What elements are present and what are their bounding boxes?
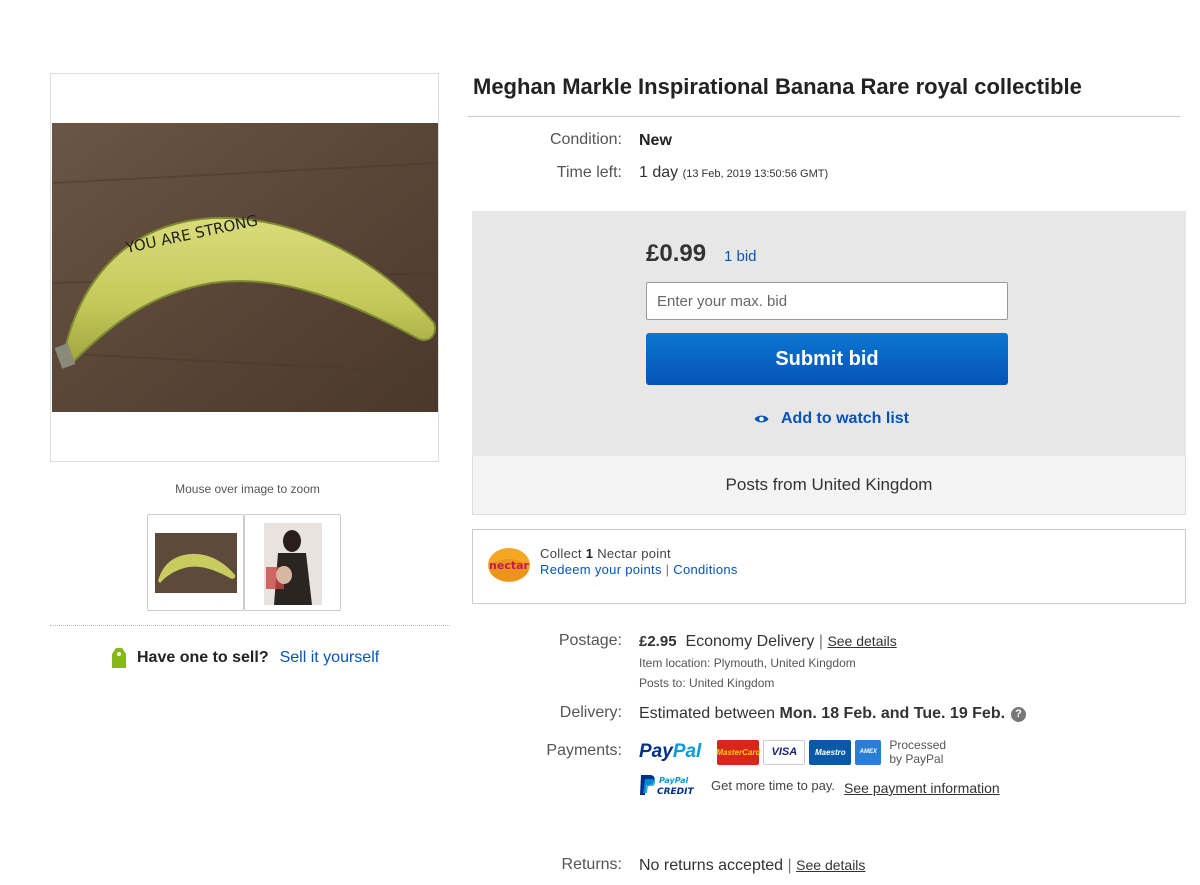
postage-value: £2.95 Economy Delivery | See details <box>639 633 897 651</box>
main-image-frame[interactable]: YOU ARE STRONG <box>50 73 439 462</box>
svg-text:nectar: nectar <box>489 559 529 572</box>
redeem-points-link[interactable]: Redeem your points <box>540 562 662 577</box>
add-to-watch-list-button[interactable]: Add to watch list <box>754 410 909 428</box>
visa-icon: VISA <box>763 739 806 765</box>
sell-it-yourself-link[interactable]: Sell it yourself <box>280 649 380 667</box>
time-left-value: 1 day (13 Feb, 2019 13:50:56 GMT) <box>639 164 828 182</box>
bid-panel: £0.99 1 bid Submit bid Add to watch list <box>472 211 1186 456</box>
price-tag-icon <box>112 648 126 668</box>
zoom-hint: Mouse over image to zoom <box>175 482 320 496</box>
help-icon[interactable]: ? <box>1011 706 1027 722</box>
paypal-credit-logo: PayPal CREDIT <box>640 775 695 797</box>
nectar-text: Collect 1 Nectar point Redeem your point… <box>540 546 738 578</box>
nectar-collect-prefix: Collect <box>540 546 582 561</box>
maestro-icon: Maestro <box>809 739 852 765</box>
see-payment-information-link[interactable]: See payment information <box>844 780 1000 796</box>
nectar-points: 1 <box>585 546 594 561</box>
watch-list-label: Add to watch list <box>781 410 909 427</box>
processed-by-paypal: Processed by PayPal <box>889 738 947 766</box>
mastercard-icon: MasterCard <box>716 739 760 765</box>
nectar-conditions-link[interactable]: Conditions <box>673 562 737 577</box>
paypal-credit-row: PayPal CREDIT Get more time to pay. See … <box>639 773 1000 797</box>
nectar-separator: | <box>665 562 670 577</box>
divider <box>50 625 450 626</box>
thumbnail-2[interactable] <box>244 514 341 611</box>
item-location: Item location: Plymouth, United Kingdom <box>639 656 856 670</box>
delivery-dates: Mon. 18 Feb. and Tue. 19 Feb. <box>779 705 1006 722</box>
title-divider <box>468 116 1180 117</box>
sell-question: Have one to sell? <box>137 649 269 666</box>
eye-icon <box>754 415 769 423</box>
condition-value: New <box>639 132 672 149</box>
nectar-logo: nectar <box>488 548 530 582</box>
time-left-label: Time left: <box>556 164 622 181</box>
postage-see-details-link[interactable]: See details <box>827 633 896 649</box>
nectar-collect-suffix: Nectar point <box>597 546 671 561</box>
returns-label: Returns: <box>561 856 622 873</box>
postage-separator: | <box>818 633 823 650</box>
payment-methods: PayPal MasterCard VISA Maestro AMEX Proc… <box>639 738 946 766</box>
returns-policy: No returns accepted <box>639 857 784 874</box>
thumbnail-1[interactable] <box>147 514 244 611</box>
posts-from: Posts from United Kingdom <box>472 456 1186 515</box>
delivery-prefix: Estimated between <box>639 705 776 722</box>
returns-separator: | <box>787 857 792 874</box>
returns-see-details-link[interactable]: See details <box>796 857 865 873</box>
returns-value: No returns accepted | See details <box>639 857 865 875</box>
main-image-banana[interactable]: YOU ARE STRONG <box>52 123 438 412</box>
submit-bid-button[interactable]: Submit bid <box>646 333 1008 385</box>
max-bid-input[interactable] <box>646 282 1008 320</box>
bid-count-link[interactable]: 1 bid <box>724 248 757 265</box>
postage-label: Postage: <box>558 632 622 649</box>
svg-text:PayPal: PayPal <box>659 776 688 785</box>
posts-to: Posts to: United Kingdom <box>639 676 775 690</box>
listing-title: Meghan Markle Inspirational Banana Rare … <box>473 74 1082 99</box>
time-left-days: 1 day <box>639 164 679 181</box>
postage-service: Economy Delivery <box>685 633 815 650</box>
sell-section: Have one to sell? Sell it yourself <box>110 646 379 670</box>
nectar-panel: nectar Collect 1 Nectar point Redeem you… <box>472 529 1186 604</box>
condition-label: Condition: <box>549 131 622 148</box>
delivery-value: Estimated between Mon. 18 Feb. and Tue. … <box>639 705 1027 723</box>
svg-text:CREDIT: CREDIT <box>657 787 695 797</box>
payments-label: Payments: <box>546 742 622 759</box>
paypal-credit-text: Get more time to pay. <box>711 777 836 793</box>
paypal-logo: PayPal <box>639 741 702 762</box>
current-price: £0.99 <box>646 240 707 267</box>
delivery-label: Delivery: <box>559 704 622 721</box>
postage-price: £2.95 <box>639 633 677 650</box>
time-left-detail: (13 Feb, 2019 13:50:56 GMT) <box>682 168 829 180</box>
amex-icon: AMEX <box>855 739 882 765</box>
